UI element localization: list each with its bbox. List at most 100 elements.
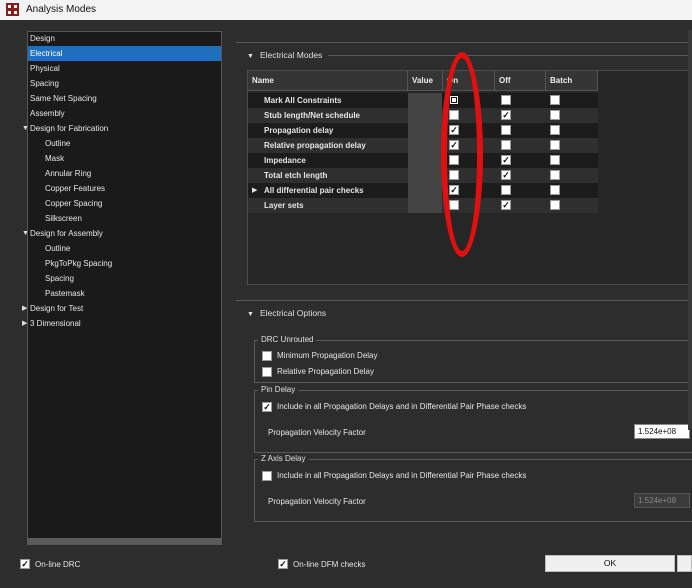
nav-item-label: Design [30, 34, 55, 43]
mode-name: Layer sets [264, 201, 304, 210]
table-row[interactable]: Propagation delay ✓ [248, 123, 598, 138]
off-checkbox[interactable] [501, 185, 511, 195]
column-header[interactable]: Name [248, 71, 408, 91]
table-row[interactable]: ▶ All differential pair checks ✓ [248, 183, 598, 198]
nav-item[interactable]: Pastemask [28, 286, 221, 301]
batch-checkbox[interactable] [550, 125, 560, 135]
nav-item-label: Same Net Spacing [30, 94, 97, 103]
nav-item-label: Assembly [30, 109, 65, 118]
table-row[interactable]: Mark All Constraints [248, 93, 598, 108]
value-cell[interactable] [408, 93, 442, 108]
z-axis-include-label: Include in all Propagation Delays and in… [277, 471, 527, 480]
electrical-modes-header[interactable]: ▼ Electrical Modes [247, 50, 322, 60]
value-cell[interactable] [408, 108, 442, 123]
z-velocity-input[interactable]: 1.524e+08 [634, 493, 690, 508]
value-cell[interactable] [408, 123, 442, 138]
column-header[interactable]: Value [408, 71, 443, 91]
nav-item-label: Pastemask [45, 289, 85, 298]
off-checkbox[interactable]: ✓ [501, 200, 511, 210]
nav-item[interactable]: ▼ Design for Assembly [22, 226, 221, 241]
off-checkbox[interactable]: ✓ [501, 155, 511, 165]
nav-item[interactable]: Annular Ring [28, 166, 221, 181]
mode-name: All differential pair checks [264, 186, 364, 195]
online-drc-checkbox[interactable]: ✓ [20, 559, 30, 569]
table-row[interactable]: Relative propagation delay ✓ [248, 138, 598, 153]
collapsed-triangle-icon[interactable]: ▶ [22, 316, 27, 331]
batch-checkbox[interactable] [550, 185, 560, 195]
column-header[interactable]: Batch [546, 71, 598, 91]
nav-item[interactable]: Design [28, 31, 221, 46]
table-row[interactable]: Impedance ✓ [248, 153, 598, 168]
off-checkbox[interactable] [501, 95, 511, 105]
value-cell[interactable] [408, 198, 442, 213]
mode-name: Propagation delay [264, 126, 334, 135]
category-tree[interactable]: Design Electrical Physical Spacing Same Net … [22, 31, 222, 545]
expand-triangle-icon[interactable]: ▶ [252, 183, 257, 198]
cancel-button-partial[interactable] [677, 555, 692, 572]
nav-item[interactable]: Mask [28, 151, 221, 166]
off-checkbox[interactable]: ✓ [501, 110, 511, 120]
value-cell[interactable] [408, 138, 442, 153]
app-icon [6, 3, 19, 16]
off-checkbox[interactable] [501, 125, 511, 135]
z-axis-include-checkbox[interactable] [262, 471, 272, 481]
nav-item[interactable]: Silkscreen [28, 211, 221, 226]
value-cell[interactable] [408, 168, 442, 183]
tree-horizontal-scrollbar[interactable] [28, 538, 221, 544]
nav-item[interactable]: Copper Features [28, 181, 221, 196]
z-velocity-label: Propagation Velocity Factor [268, 497, 366, 506]
nav-item[interactable]: Spacing [28, 271, 221, 286]
pin-velocity-input[interactable]: 1.524e+08 [634, 424, 690, 439]
batch-checkbox[interactable] [550, 155, 560, 165]
value-cell[interactable] [408, 153, 442, 168]
nav-item[interactable]: Physical [28, 61, 221, 76]
batch-checkbox[interactable] [550, 200, 560, 210]
column-header[interactable]: Off [495, 71, 546, 91]
collapsed-triangle-icon[interactable]: ▶ [22, 301, 27, 316]
online-dfm-checkbox[interactable]: ✓ [278, 559, 288, 569]
drc-unrouted-group [254, 340, 692, 383]
batch-checkbox[interactable] [550, 95, 560, 105]
right-scroll-edge[interactable] [688, 30, 692, 430]
off-checkbox[interactable]: ✓ [501, 170, 511, 180]
nav-item-label: Mask [45, 154, 65, 163]
expanded-triangle-icon[interactable]: ▼ [22, 121, 29, 136]
nav-item[interactable]: Outline [28, 136, 221, 151]
pin-delay-include-checkbox[interactable]: ✓ [262, 402, 272, 412]
nav-item-label: Spacing [30, 79, 59, 88]
batch-checkbox[interactable] [550, 110, 560, 120]
title-bar: Analysis Modes [0, 0, 692, 20]
pin-delay-include-label: Include in all Propagation Delays and in… [277, 402, 527, 411]
nav-item[interactable]: PkgToPkg Spacing [28, 256, 221, 271]
batch-checkbox[interactable] [550, 140, 560, 150]
table-row[interactable]: Layer sets ✓ [248, 198, 598, 213]
min-prop-delay-checkbox[interactable] [262, 351, 272, 361]
off-checkbox[interactable] [501, 140, 511, 150]
nav-item-label: Outline [45, 244, 71, 253]
nav-item[interactable]: Electrical [28, 46, 221, 61]
value-cell[interactable] [408, 183, 442, 198]
ok-button[interactable]: OK [545, 555, 675, 572]
nav-item-label: Electrical [30, 49, 63, 58]
expanded-triangle-icon[interactable]: ▼ [22, 226, 29, 241]
nav-item[interactable]: Spacing [28, 76, 221, 91]
table-row[interactable]: Stub length/Net schedule ✓ [248, 108, 598, 123]
nav-item[interactable]: Assembly [28, 106, 221, 121]
batch-checkbox[interactable] [550, 170, 560, 180]
rel-prop-delay-checkbox[interactable] [262, 367, 272, 377]
nav-item[interactable]: Copper Spacing [28, 196, 221, 211]
nav-item[interactable]: Same Net Spacing [28, 91, 221, 106]
nav-item[interactable]: ▶ Design for Test [22, 301, 221, 316]
nav-item[interactable]: Outline [28, 241, 221, 256]
electrical-options-title: Electrical Options [259, 308, 327, 318]
nav-item-label: Design for Fabrication [30, 124, 109, 133]
nav-item[interactable]: ▼ Design for Fabrication [22, 121, 221, 136]
nav-item[interactable]: ▶ 3 Dimensional [22, 316, 221, 331]
mode-name: Relative propagation delay [264, 141, 366, 150]
nav-item-label: Outline [45, 139, 71, 148]
electrical-options-header[interactable]: ▼ Electrical Options [247, 308, 326, 318]
nav-item-label: PkgToPkg Spacing [45, 259, 113, 268]
online-drc-label: On-line DRC [35, 560, 81, 569]
table-row[interactable]: Total etch length ✓ [248, 168, 598, 183]
window-title: Analysis Modes [26, 4, 97, 15]
